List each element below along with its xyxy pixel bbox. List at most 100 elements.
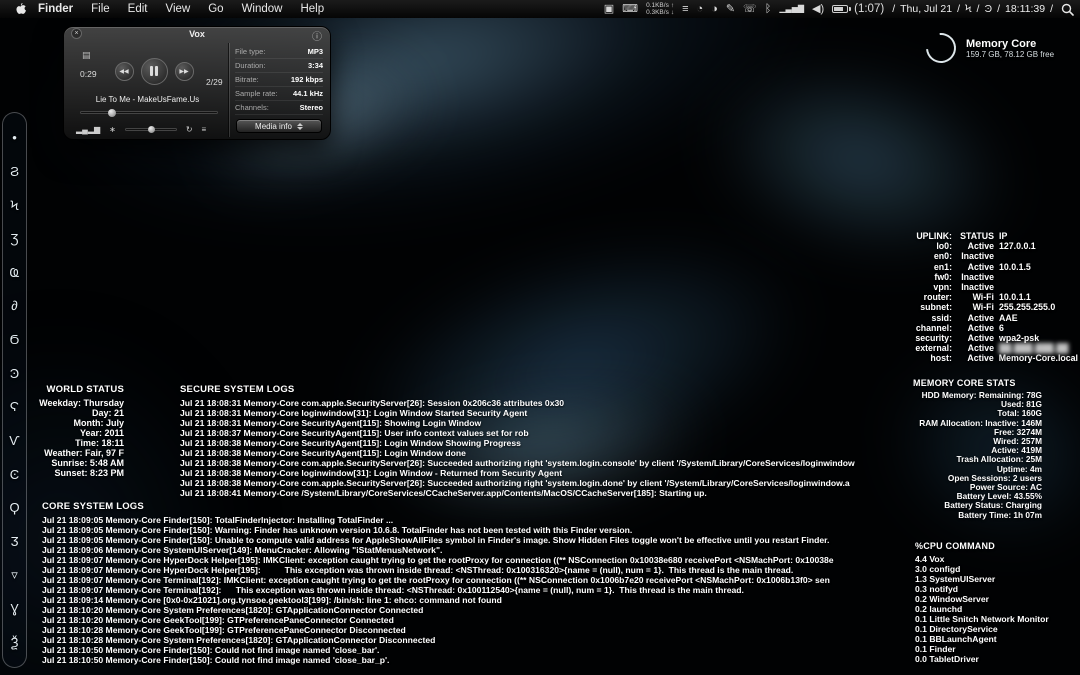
popup-arrows-icon xyxy=(296,122,303,130)
volume-icon[interactable]: ◀) xyxy=(812,0,824,18)
vox-title-bar[interactable]: × Vox ⓘ xyxy=(64,27,330,43)
volume-slider[interactable] xyxy=(124,125,177,133)
signal-bars-icon[interactable]: ▁▃▅▇ xyxy=(779,0,804,18)
clock-segment: / xyxy=(892,3,896,15)
log-line: Jul 21 18:10:28 Memory-Core GeekTool[199… xyxy=(42,625,406,635)
cpu-process-line: 0.3 notifyd xyxy=(915,584,958,594)
log-line: Jul 21 18:09:07 Memory-Core HyperDock He… xyxy=(42,565,794,575)
log-line: Jul 21 18:08:41 Memory-Core /System/Libr… xyxy=(180,488,707,498)
bluetooth-icon[interactable]: ᛒ xyxy=(765,0,772,18)
log-line: Jul 21 18:09:05 Memory-Core Finder[150]:… xyxy=(42,515,394,525)
menu-item[interactable]: File xyxy=(91,3,110,15)
dock-glyph[interactable]: Ͽ xyxy=(10,367,19,380)
uplink-row: channel: Active 6 xyxy=(915,322,1004,333)
menu-item[interactable]: Help xyxy=(300,3,324,15)
dock-glyph[interactable]: Ϩ xyxy=(10,165,19,178)
dock-glyph[interactable]: Ѵ xyxy=(9,434,19,447)
loop-icon[interactable]: ↻ xyxy=(186,125,193,134)
istat-menu-icon[interactable]: ≡ xyxy=(682,0,688,18)
cpu-process-line: 1.3 SystemUIServer xyxy=(915,574,996,584)
next-button[interactable]: ▶▶ xyxy=(174,61,194,81)
world-status-line: Year: 2011 xyxy=(79,428,124,438)
uplink-row: router: Wi-Fi 10.0.1.1 xyxy=(923,292,1031,303)
menu-bar: Finder File Edit View Go Window Help ▣ ⌨ 0.1KB… xyxy=(0,0,1080,18)
phone-icon[interactable]: ☏ xyxy=(743,0,757,18)
pause-button[interactable] xyxy=(140,57,168,85)
spotlight-icon[interactable] xyxy=(1061,3,1074,16)
media-info-dropdown[interactable]: Media info xyxy=(236,119,322,133)
equalizer-icon[interactable]: ▂▄▂▆ xyxy=(76,125,100,134)
app-menus: Finder File Edit View Go Window Help xyxy=(38,3,324,15)
transport-controls: ◀◀ ▶▶ xyxy=(104,54,204,88)
down-arrow-icon: ↓ xyxy=(670,9,675,16)
desktop: Finder File Edit View Go Window Help ▣ ⌨ 0.1KB… xyxy=(0,0,1080,675)
memory-core-title: Memory Core xyxy=(966,37,1037,50)
media-info-row: File type: MP3 xyxy=(235,45,323,59)
dock-glyph[interactable]: ▿ xyxy=(11,568,18,581)
uplink-table: UPLINK: STATUS IP lo0: Active 127.0.0.1 … xyxy=(904,231,1078,364)
eject-icon[interactable]: ▤ xyxy=(82,50,91,61)
dock-glyph[interactable]: ∂ xyxy=(11,299,17,312)
cpu-meter-icon[interactable]: ◔ xyxy=(697,0,704,18)
memory-core-subtitle: 159.7 GB, 78.12 GB free xyxy=(966,49,1055,59)
apple-menu-icon[interactable] xyxy=(14,2,26,16)
world-status-title: WORLD STATUS xyxy=(46,384,124,395)
dock-glyph[interactable]: Ϟ xyxy=(10,199,18,212)
dock-glyph[interactable]: Ϛ xyxy=(10,400,19,413)
log-line: Jul 21 18:08:31 Memory-Core loginwindow[… xyxy=(180,408,528,418)
menu-item[interactable]: Edit xyxy=(128,3,148,15)
dock-glyph[interactable]: Ѯ xyxy=(11,636,19,649)
log-line: Jul 21 18:09:05 Memory-Core Finder[150]:… xyxy=(42,525,633,535)
log-line: Jul 21 18:08:31 Memory-Core SecurityAgen… xyxy=(180,418,482,428)
seek-knob[interactable] xyxy=(108,109,117,117)
network-speed-indicator[interactable]: 0.1KB/s ↑ 0.3KB/s ↓ xyxy=(646,2,674,16)
log-line: Jul 21 18:09:07 Memory-Core Terminal[192… xyxy=(42,585,744,595)
uplink-header: UPLINK: STATUS IP xyxy=(916,231,1008,241)
clock-menu-item[interactable]: / Thu, Jul 21 / Ϟ / Ͽ / 18:11:39 / xyxy=(892,3,1053,15)
track-number: 2/29 xyxy=(206,77,223,87)
dock-glyph[interactable]: Ʒ xyxy=(11,232,19,245)
volume-knob[interactable] xyxy=(148,125,156,133)
log-line: Jul 21 18:08:38 Memory-Core SecurityAgen… xyxy=(180,438,521,448)
ink-pen-icon[interactable]: ✎ xyxy=(726,0,735,18)
menu-item[interactable]: View xyxy=(166,3,191,15)
uplink-row: en1: Active 10.0.1.5 xyxy=(933,261,1031,272)
dock-glyph[interactable]: Ӡ xyxy=(11,535,19,548)
display-icon[interactable]: ▣ xyxy=(604,0,614,18)
clock-segment: Ϟ xyxy=(964,3,972,15)
log-line: Jul 21 18:09:05 Memory-Core Finder[150]:… xyxy=(42,535,830,545)
vox-player-window: × Vox ⓘ ▤ 0:29 ◀◀ ▶▶ 2/29 Lie To Me - Ma… xyxy=(63,26,331,140)
dock-glyph[interactable]: Ҩ xyxy=(10,266,20,279)
clock-segment: / xyxy=(997,3,1000,15)
battery-menu-item[interactable]: (1:07) xyxy=(832,3,884,15)
menu-bar-status-area: ▣ ⌨ 0.1KB/s ↑ 0.3KB/s ↓ ≡ ◔ ◑ ✎ ☏ ᛒ ▁▃▅▇ ◀… xyxy=(604,0,1074,18)
world-status-line: Day: 21 xyxy=(91,408,124,418)
dock-glyph[interactable]: Ɣ xyxy=(10,602,18,615)
log-line: Jul 21 18:09:14 Memory-Core [0x0-0x21021… xyxy=(42,595,502,605)
dock-glyph[interactable]: Ϙ xyxy=(9,501,19,514)
player-bottom-controls: ▂▄▂▆ ∗ ↻ ≡ xyxy=(76,121,226,137)
disk-meter-icon[interactable]: ◑ xyxy=(711,0,718,18)
effects-icon[interactable]: ∗ xyxy=(109,125,116,134)
cpu-process-line: 0.1 Finder xyxy=(915,644,956,654)
dock-glyph[interactable]: • xyxy=(12,131,17,144)
battery-time: (1:07) xyxy=(854,3,885,15)
info-icon[interactable]: ⓘ xyxy=(312,28,322,43)
dock-glyph[interactable]: Ͼ xyxy=(10,468,19,481)
keyboard-icon[interactable]: ⌨ xyxy=(622,0,638,18)
menu-item[interactable]: Finder xyxy=(38,3,73,15)
previous-button[interactable]: ◀◀ xyxy=(114,61,134,81)
playlist-icon[interactable]: ≡ xyxy=(202,125,207,134)
world-status-line: Sunrise: 5:48 AM xyxy=(51,458,124,468)
cpu-process-line: 0.0 TabletDriver xyxy=(915,654,979,664)
seek-slider[interactable] xyxy=(80,109,218,117)
clock-segment: / xyxy=(1050,3,1053,15)
log-line: Jul 21 18:08:37 Memory-Core SecurityAgen… xyxy=(180,428,529,438)
world-status: WORLD STATUS Weekday: Thursday Day: 21 Mon… xyxy=(28,384,124,478)
dock-glyph[interactable]: Ϭ xyxy=(10,333,20,346)
core-logs-title: CORE SYSTEM LOGS xyxy=(42,501,144,512)
menu-item[interactable]: Window xyxy=(242,3,283,15)
menu-item[interactable]: Go xyxy=(208,3,223,15)
media-info-row: Duration: 3:34 xyxy=(235,59,323,73)
secure-logs-title: SECURE SYSTEM LOGS xyxy=(180,384,295,395)
